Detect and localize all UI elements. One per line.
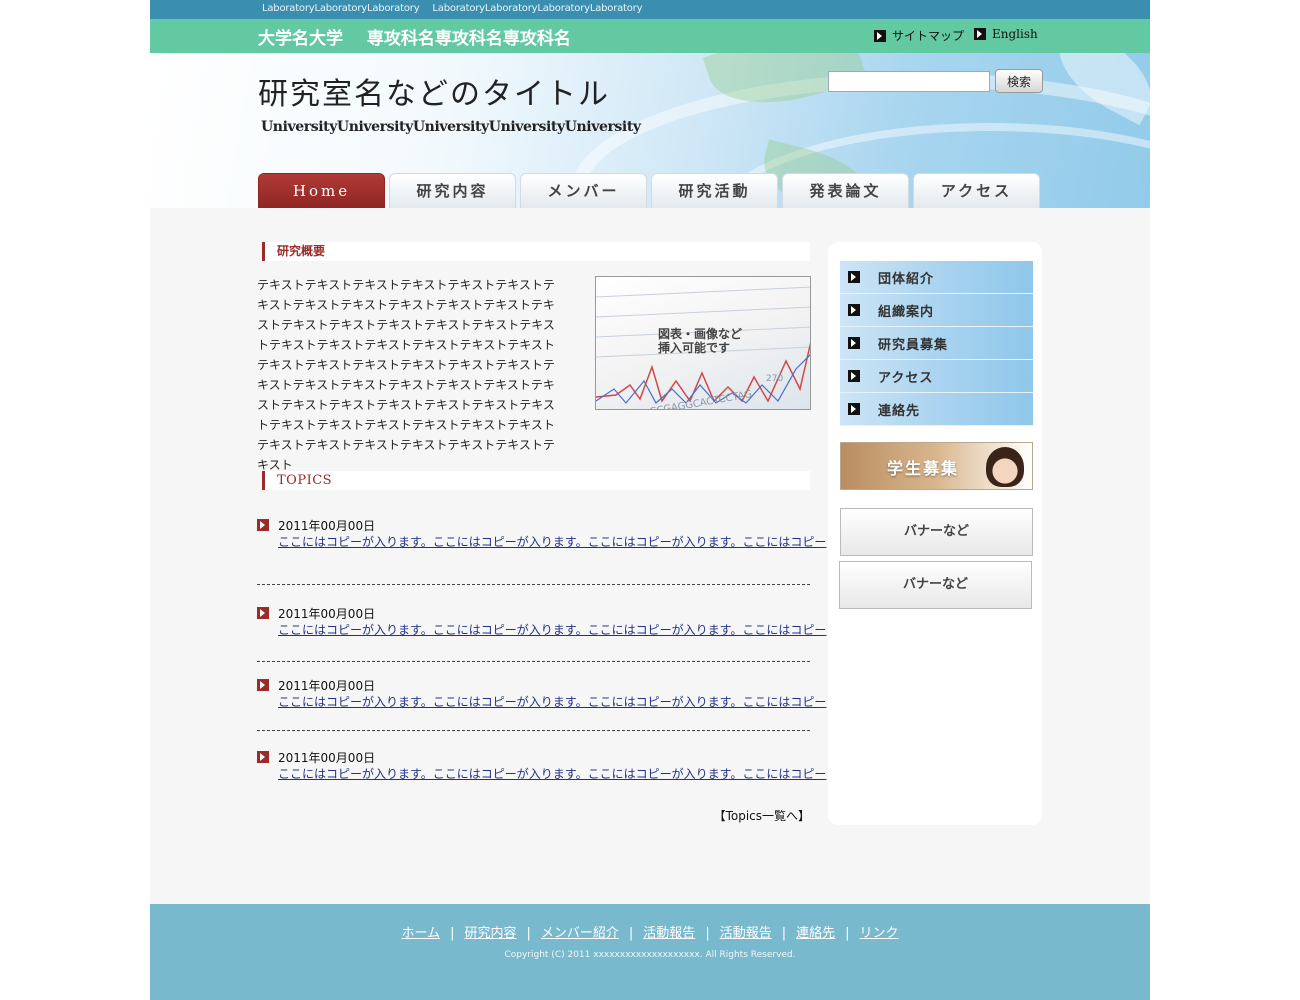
sidebar-item-label: 組織案内 — [878, 304, 935, 320]
arrow-right-icon — [848, 403, 860, 415]
arrow-right-icon — [848, 337, 860, 349]
banner-2[interactable]: バナーなど — [839, 561, 1032, 609]
banner-1[interactable]: バナーなど — [840, 508, 1033, 556]
sidebar-item-organization[interactable]: 団体紹介 — [840, 261, 1033, 294]
footer-link-research[interactable]: 研究内容 — [464, 926, 516, 941]
arrow-right-icon — [257, 607, 269, 619]
footer-separator: | — [628, 926, 634, 941]
topic-link[interactable]: ここにはコピーが入ります。ここにはコピーが入ります。ここにはコピーが入ります。こ… — [278, 765, 826, 782]
summary-heading: 研究概要 — [262, 242, 810, 261]
footer-separator: | — [705, 926, 710, 941]
dept-name-text: 専攻科名専攻科名専攻科名 — [366, 29, 571, 49]
english-link[interactable]: English — [974, 27, 1038, 41]
site-subtitle: UniversityUniversityUniversityUniversity… — [261, 119, 641, 135]
sidebar: 団体紹介 組織案内 研究員募集 アクセス 連絡先 学生募集 バナーなど バナーな… — [828, 242, 1042, 825]
footer-separator: | — [450, 926, 455, 941]
footer-link-activity-2[interactable]: 活動報告 — [720, 926, 772, 941]
arrow-right-icon — [974, 28, 986, 40]
summary-text: テキストテキストテキストテキストテキストテキストテキストテキストテキストテキスト… — [257, 278, 555, 472]
figure-caption: 図表・画像など 挿入可能です — [658, 327, 742, 355]
topics-more-link[interactable]: 【Topics一覧へ】 — [607, 807, 810, 824]
footer-link-members[interactable]: メンバー紹介 — [541, 926, 619, 941]
student-recruit-banner[interactable]: 学生募集 — [840, 442, 1033, 490]
sitemap-link[interactable]: サイトマップ — [874, 27, 964, 44]
sidebar-item-recruit-researchers[interactable]: 研究員募集 — [840, 327, 1033, 360]
topic-link[interactable]: ここにはコピーが入ります。ここにはコピーが入ります。ここにはコピーが入ります。こ… — [278, 621, 826, 638]
global-nav: Home 研究内容 メンバー 研究活動 発表論文 アクセス — [258, 173, 1040, 208]
student-photo — [986, 447, 1024, 487]
univ-name-text: 大学名大学 — [258, 29, 343, 49]
sidebar-nav: 団体紹介 組織案内 研究員募集 アクセス 連絡先 — [840, 261, 1033, 426]
page: LaboratoryLaboratoryLaboratory Laborator… — [150, 0, 1150, 1000]
sidebar-item-access[interactable]: アクセス — [840, 360, 1033, 393]
footer-link-activity-1[interactable]: 活動報告 — [643, 926, 695, 941]
nav-tab-papers[interactable]: 発表論文 — [782, 173, 909, 208]
search-input[interactable] — [828, 71, 990, 92]
nav-tab-members[interactable]: メンバー — [520, 173, 647, 208]
top-bar: LaboratoryLaboratoryLaboratory Laborator… — [150, 0, 1150, 19]
footer-link-links[interactable]: リンク — [860, 926, 899, 941]
arrow-right-icon — [874, 29, 886, 42]
footer: ホーム | 研究内容 | メンバー紹介 | 活動報告 | 活動報告 | 連絡先 | リンク Copyri… — [150, 904, 1150, 1000]
topic-item: 2011年00月00日 ここにはコピーが入ります。ここにはコピーが入ります。ここ… — [257, 512, 826, 585]
arrow-right-icon — [257, 519, 269, 531]
footer-link-home[interactable]: ホーム — [401, 926, 440, 941]
topic-date: 2011年00月00日 — [278, 751, 376, 765]
topic-item: 2011年00月00日 ここにはコピーが入ります。ここにはコピーが入ります。ここ… — [257, 662, 826, 731]
sidebar-item-contact[interactable]: 連絡先 — [840, 393, 1033, 426]
sidebar-item-label: 連絡先 — [878, 403, 921, 419]
figure-caption-line: 図表・画像など — [658, 327, 743, 341]
sitemap-label: サイトマップ — [892, 29, 965, 43]
figure-caption-line: 挿入可能です — [658, 341, 731, 355]
arrow-right-icon — [848, 304, 860, 316]
footer-separator: | — [781, 926, 787, 941]
topic-link[interactable]: ここにはコピーが入ります。ここにはコピーが入ります。ここにはコピーが入ります。こ… — [278, 693, 826, 710]
topic-link[interactable]: ここにはコピーが入ります。ここにはコピーが入ります。ここにはコピーが入ります。こ… — [278, 533, 826, 550]
arrow-right-icon — [848, 271, 860, 283]
sidebar-item-label: 団体紹介 — [878, 271, 935, 287]
lab-name: LaboratoryLaboratoryLaboratory — [262, 3, 420, 14]
sidebar-item-label: 研究員募集 — [878, 337, 949, 353]
arrow-right-icon — [848, 370, 860, 382]
svg-text:CCGAGGCACTCCTAG: CCGAGGCACTCCTAG — [649, 389, 753, 410]
arrow-right-icon — [257, 679, 269, 691]
site-title: 研究室名などのタイトル — [258, 77, 610, 112]
lab-name: LaboratoryLaboratoryLaboratoryLaboratory — [432, 3, 643, 14]
footer-link-contact[interactable]: 連絡先 — [796, 926, 835, 941]
nav-tab-home[interactable]: Home — [258, 173, 385, 208]
topics-heading: TOPICS — [262, 471, 810, 490]
arrow-right-icon — [257, 751, 269, 763]
svg-text:270: 270 — [766, 374, 783, 384]
university-name: 大学名大学 専攻科名専攻科名専攻科名 — [258, 24, 589, 49]
university-bar: 大学名大学 専攻科名専攻科名専攻科名 サイトマップ English — [150, 19, 1150, 53]
footer-nav: ホーム | 研究内容 | メンバー紹介 | 活動報告 | 活動報告 | 連絡先 | リンク — [150, 922, 1150, 941]
lab-names: LaboratoryLaboratoryLaboratory Laborator… — [262, 3, 652, 14]
nav-tab-activities[interactable]: 研究活動 — [651, 173, 778, 208]
footer-separator: | — [526, 926, 531, 941]
header-banner: 研究室名などのタイトル UniversityUniversityUniversi… — [150, 53, 1150, 208]
topics-section: TOPICS 2011年00月00日 ここにはコピーが入ります。ここにはコピーが… — [257, 471, 826, 791]
search-button[interactable]: 検索 — [995, 69, 1043, 93]
nav-tab-access[interactable]: アクセス — [913, 173, 1040, 208]
nav-tab-research[interactable]: 研究内容 — [389, 173, 516, 208]
copyright: Copyright (C) 2011 xxxxxxxxxxxxxxxxxxxx.… — [504, 950, 796, 960]
summary-figure: CCGAGGCACTCCTAG 270 図表・画像など 挿入可能です — [595, 276, 811, 410]
recruit-banner-label: 学生募集 — [887, 459, 960, 478]
english-label: English — [992, 27, 1038, 41]
sidebar-item-label: アクセス — [878, 370, 934, 386]
footer-separator: | — [845, 926, 850, 941]
topic-date: 2011年00月00日 — [278, 607, 376, 621]
topic-date: 2011年00月00日 — [278, 519, 376, 533]
sidebar-item-structure[interactable]: 組織案内 — [840, 294, 1033, 327]
topic-item: 2011年00月00日 ここにはコピーが入ります。ここにはコピーが入ります。ここ… — [257, 585, 826, 662]
topic-date: 2011年00月00日 — [278, 679, 376, 693]
topic-item: 2011年00月00日 ここにはコピーが入ります。ここにはコピーが入ります。ここ… — [257, 731, 826, 791]
